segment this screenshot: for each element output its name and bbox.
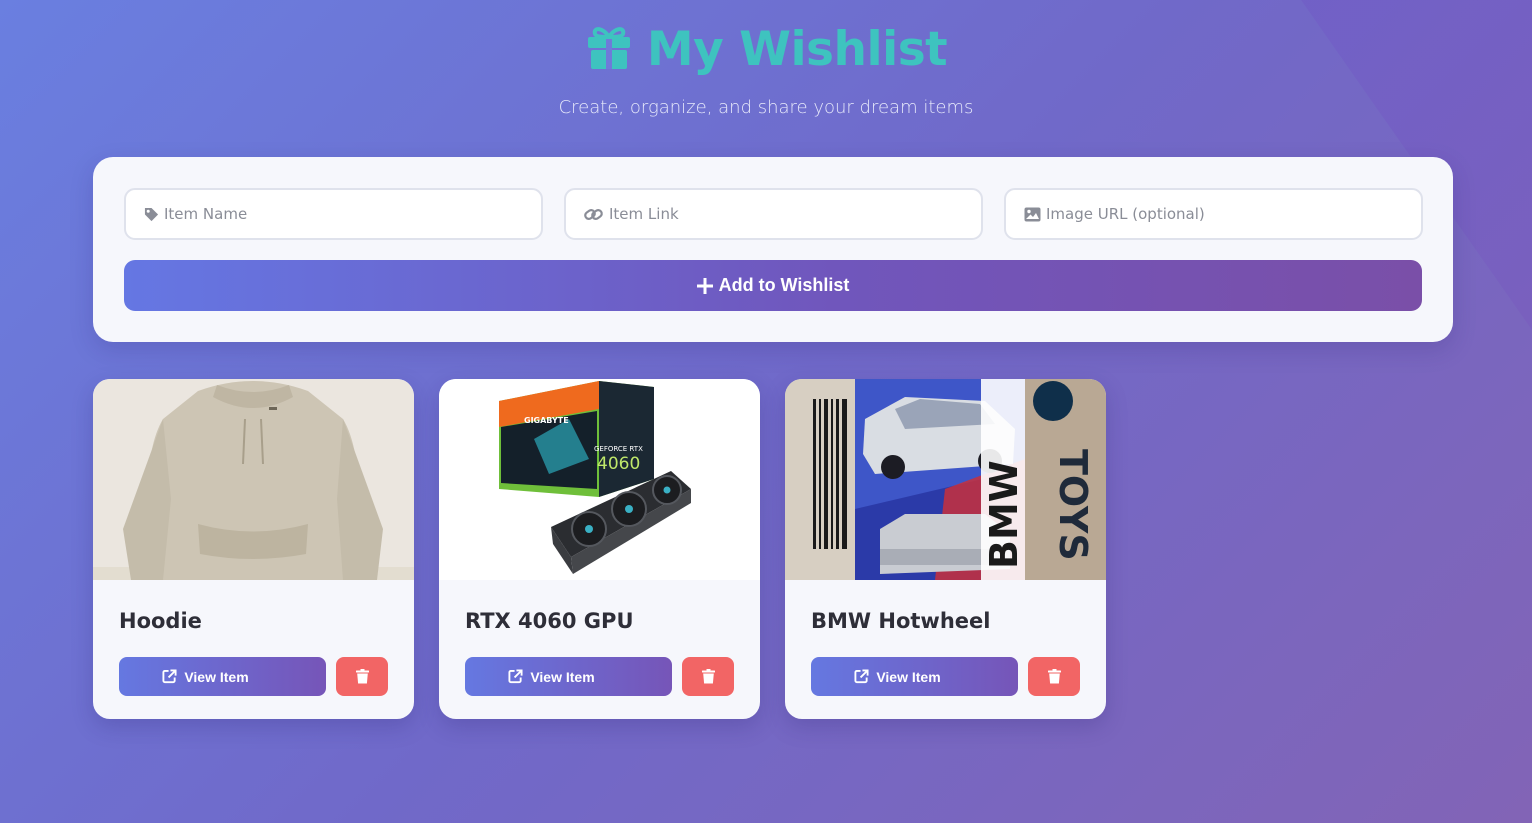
image-icon — [1024, 207, 1041, 221]
external-link-icon — [162, 669, 177, 684]
item-image: BMW TOYS — [785, 379, 1106, 580]
delete-item-button[interactable] — [1028, 657, 1080, 696]
view-item-button[interactable]: View Item — [465, 657, 672, 696]
delete-item-button[interactable] — [336, 657, 388, 696]
plus-icon — [696, 277, 713, 294]
image-url-input[interactable] — [1046, 205, 1421, 223]
view-item-label: View Item — [530, 668, 595, 685]
wishlist-grid: Hoodie View Item GIGABYTE GEFORCE RTX 40… — [93, 379, 1106, 719]
wishlist-card: BMW TOYS BMW Hotwheel View Item — [785, 379, 1106, 719]
item-name: BMW Hotwheel — [811, 609, 991, 633]
wishlist-card: GIGABYTE GEFORCE RTX 4060 RTX 4060 GPU V… — [439, 379, 760, 719]
external-link-icon — [854, 669, 869, 684]
wishlist-card: Hoodie View Item — [93, 379, 414, 719]
item-name-input[interactable] — [164, 205, 541, 223]
view-item-label: View Item — [184, 668, 249, 685]
trash-icon — [1047, 669, 1061, 684]
car-box-side-text: TOYS — [1051, 449, 1095, 561]
trash-icon — [701, 669, 715, 684]
car-box-back-text: BMW — [982, 460, 1026, 569]
page-header: My Wishlist Create, organize, and share … — [0, 22, 1532, 118]
gpu-brand-text: GIGABYTE — [524, 416, 569, 425]
item-name-field[interactable] — [124, 188, 543, 240]
view-item-button[interactable]: View Item — [811, 657, 1018, 696]
page-subtitle: Create, organize, and share your dream i… — [558, 97, 974, 118]
external-link-icon — [508, 669, 523, 684]
trash-icon — [355, 669, 369, 684]
link-icon — [584, 208, 603, 220]
add-to-wishlist-button[interactable]: Add to Wishlist — [124, 260, 1422, 311]
delete-item-button[interactable] — [682, 657, 734, 696]
view-item-button[interactable]: View Item — [119, 657, 326, 696]
gift-icon — [585, 23, 633, 76]
item-name: RTX 4060 GPU — [465, 609, 634, 633]
item-link-input[interactable] — [609, 205, 981, 223]
add-button-label: Add to Wishlist — [718, 275, 850, 295]
page-title: My Wishlist — [646, 22, 948, 77]
item-image — [93, 379, 414, 580]
image-url-field[interactable] — [1004, 188, 1423, 240]
gpu-product-text: GEFORCE RTX — [594, 445, 643, 453]
add-item-form: Add to Wishlist — [93, 157, 1453, 342]
gpu-model-text: 4060 — [597, 454, 640, 474]
tag-icon — [144, 207, 159, 221]
view-item-label: View Item — [876, 668, 941, 685]
item-name: Hoodie — [119, 609, 202, 633]
item-link-field[interactable] — [564, 188, 983, 240]
item-image: GIGABYTE GEFORCE RTX 4060 — [439, 379, 760, 580]
